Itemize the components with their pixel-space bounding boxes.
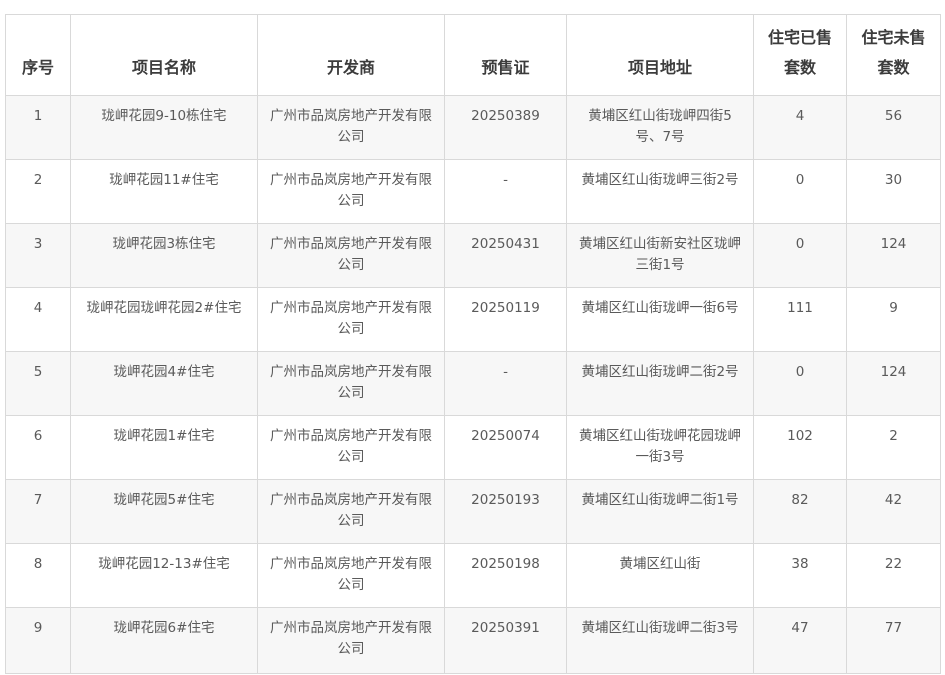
header-project-address: 项目地址 xyxy=(566,14,754,96)
cell-presale-permit: 20250193 xyxy=(444,479,567,544)
cell-developer: 广州市品岚房地产开发有限公司 xyxy=(257,415,445,480)
cell-developer: 广州市品岚房地产开发有限公司 xyxy=(257,223,445,288)
table-row: 2 珑岬花园11#住宅 广州市品岚房地产开发有限公司 - 黄埔区红山街珑岬三街2… xyxy=(5,159,941,224)
cell-project-address: 黄埔区红山街珑岬二街2号 xyxy=(566,351,754,416)
cell-project-address: 黄埔区红山街珑岬三街2号 xyxy=(566,159,754,224)
cell-unsold-units: 9 xyxy=(846,287,941,352)
project-sales-table: 序号 项目名称 开发商 预售证 项目地址 住宅已售套数 住宅未售套数 1 珑岬花… xyxy=(5,14,941,674)
cell-developer: 广州市品岚房地产开发有限公司 xyxy=(257,287,445,352)
cell-project-address: 黄埔区红山街珑岬四街5号、7号 xyxy=(566,95,754,160)
cell-presale-permit: 20250389 xyxy=(444,95,567,160)
cell-sold-units: 47 xyxy=(753,607,847,674)
cell-project-name: 珑岬花园1#住宅 xyxy=(70,415,258,480)
cell-project-name: 珑岬花园5#住宅 xyxy=(70,479,258,544)
cell-presale-permit: 20250431 xyxy=(444,223,567,288)
cell-project-address: 黄埔区红山街珑岬花园珑岬一街3号 xyxy=(566,415,754,480)
cell-presale-permit: 20250074 xyxy=(444,415,567,480)
header-sold-units: 住宅已售套数 xyxy=(753,14,847,96)
cell-project-name: 珑岬花园6#住宅 xyxy=(70,607,258,674)
cell-developer: 广州市品岚房地产开发有限公司 xyxy=(257,607,445,674)
cell-sold-units: 0 xyxy=(753,223,847,288)
cell-project-address: 黄埔区红山街珑岬二街1号 xyxy=(566,479,754,544)
cell-presale-permit: - xyxy=(444,159,567,224)
cell-unsold-units: 77 xyxy=(846,607,941,674)
table-row: 1 珑岬花园9-10栋住宅 广州市品岚房地产开发有限公司 20250389 黄埔… xyxy=(5,95,941,160)
cell-index: 6 xyxy=(5,415,71,480)
cell-unsold-units: 22 xyxy=(846,543,941,608)
cell-index: 8 xyxy=(5,543,71,608)
header-project-name: 项目名称 xyxy=(70,14,258,96)
cell-project-address: 黄埔区红山街珑岬一街6号 xyxy=(566,287,754,352)
cell-unsold-units: 2 xyxy=(846,415,941,480)
cell-project-name: 珑岬花园11#住宅 xyxy=(70,159,258,224)
cell-project-name: 珑岬花园12-13#住宅 xyxy=(70,543,258,608)
header-presale-permit: 预售证 xyxy=(444,14,567,96)
cell-developer: 广州市品岚房地产开发有限公司 xyxy=(257,95,445,160)
table-header-row: 序号 项目名称 开发商 预售证 项目地址 住宅已售套数 住宅未售套数 xyxy=(5,14,941,96)
cell-project-name: 珑岬花园4#住宅 xyxy=(70,351,258,416)
cell-project-name: 珑岬花园9-10栋住宅 xyxy=(70,95,258,160)
cell-unsold-units: 124 xyxy=(846,351,941,416)
cell-presale-permit: 20250391 xyxy=(444,607,567,674)
cell-index: 1 xyxy=(5,95,71,160)
cell-project-address: 黄埔区红山街珑岬二街3号 xyxy=(566,607,754,674)
cell-sold-units: 102 xyxy=(753,415,847,480)
cell-unsold-units: 42 xyxy=(846,479,941,544)
cell-unsold-units: 124 xyxy=(846,223,941,288)
cell-project-address: 黄埔区红山街 xyxy=(566,543,754,608)
cell-index: 4 xyxy=(5,287,71,352)
cell-project-name: 珑岬花园3栋住宅 xyxy=(70,223,258,288)
cell-index: 2 xyxy=(5,159,71,224)
cell-unsold-units: 56 xyxy=(846,95,941,160)
cell-presale-permit: - xyxy=(444,351,567,416)
cell-project-name: 珑岬花园珑岬花园2#住宅 xyxy=(70,287,258,352)
cell-developer: 广州市品岚房地产开发有限公司 xyxy=(257,543,445,608)
cell-presale-permit: 20250119 xyxy=(444,287,567,352)
table-row: 4 珑岬花园珑岬花园2#住宅 广州市品岚房地产开发有限公司 20250119 黄… xyxy=(5,287,941,352)
cell-sold-units: 0 xyxy=(753,159,847,224)
cell-sold-units: 111 xyxy=(753,287,847,352)
cell-sold-units: 4 xyxy=(753,95,847,160)
cell-sold-units: 0 xyxy=(753,351,847,416)
table-row: 8 珑岬花园12-13#住宅 广州市品岚房地产开发有限公司 20250198 黄… xyxy=(5,543,941,608)
cell-project-address: 黄埔区红山街新安社区珑岬三街1号 xyxy=(566,223,754,288)
cell-developer: 广州市品岚房地产开发有限公司 xyxy=(257,159,445,224)
project-table-container: 序号 项目名称 开发商 预售证 项目地址 住宅已售套数 住宅未售套数 1 珑岬花… xyxy=(5,14,941,674)
header-developer: 开发商 xyxy=(257,14,445,96)
table-row: 7 珑岬花园5#住宅 广州市品岚房地产开发有限公司 20250193 黄埔区红山… xyxy=(5,479,941,544)
cell-index: 3 xyxy=(5,223,71,288)
table-row: 5 珑岬花园4#住宅 广州市品岚房地产开发有限公司 - 黄埔区红山街珑岬二街2号… xyxy=(5,351,941,416)
header-unsold-units: 住宅未售套数 xyxy=(846,14,941,96)
cell-index: 5 xyxy=(5,351,71,416)
cell-index: 7 xyxy=(5,479,71,544)
table-row: 6 珑岬花园1#住宅 广州市品岚房地产开发有限公司 20250074 黄埔区红山… xyxy=(5,415,941,480)
table-row: 3 珑岬花园3栋住宅 广州市品岚房地产开发有限公司 20250431 黄埔区红山… xyxy=(5,223,941,288)
cell-developer: 广州市品岚房地产开发有限公司 xyxy=(257,351,445,416)
cell-sold-units: 82 xyxy=(753,479,847,544)
cell-presale-permit: 20250198 xyxy=(444,543,567,608)
cell-sold-units: 38 xyxy=(753,543,847,608)
header-index: 序号 xyxy=(5,14,71,96)
cell-index: 9 xyxy=(5,607,71,674)
table-row: 9 珑岬花园6#住宅 广州市品岚房地产开发有限公司 20250391 黄埔区红山… xyxy=(5,607,941,674)
cell-unsold-units: 30 xyxy=(846,159,941,224)
cell-developer: 广州市品岚房地产开发有限公司 xyxy=(257,479,445,544)
